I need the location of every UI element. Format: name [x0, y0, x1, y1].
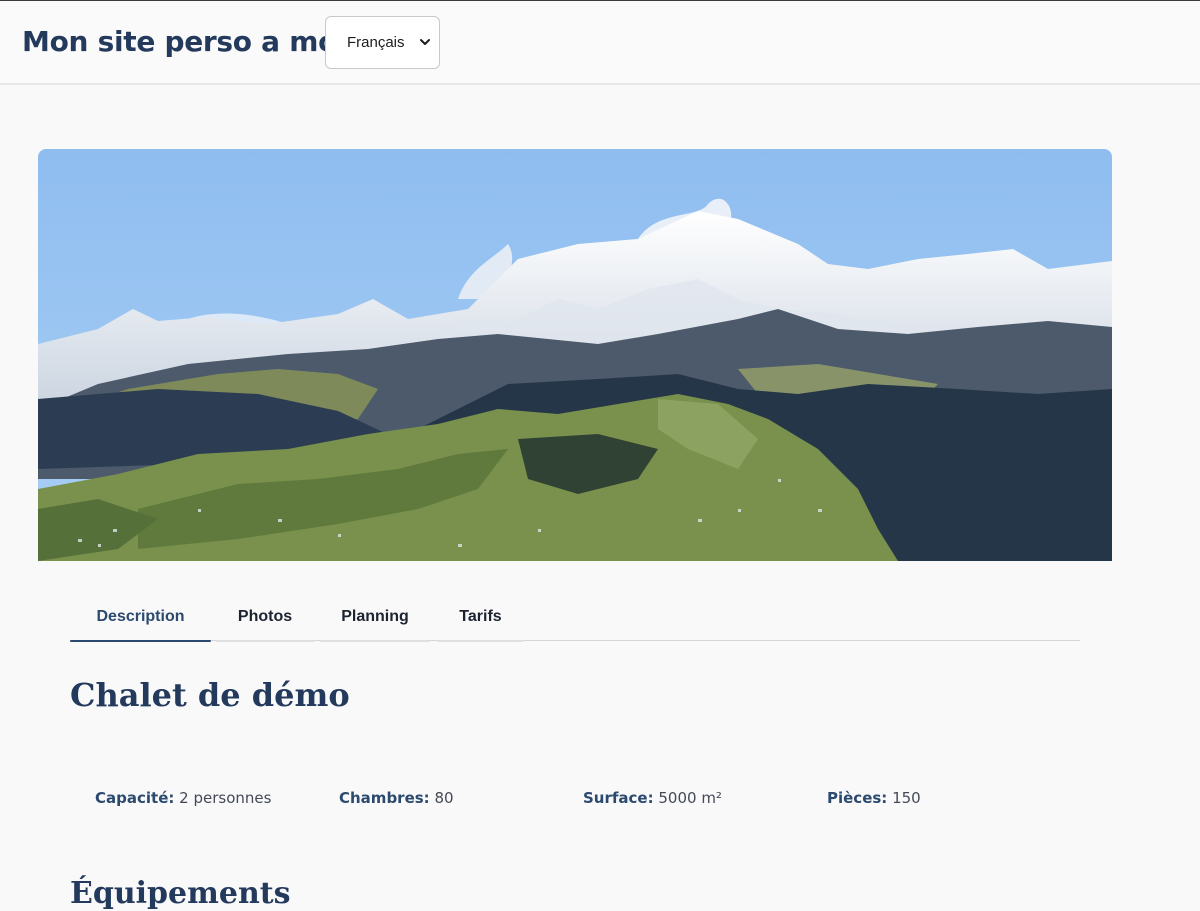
spec-capacity: Capacité: 2 personnes [95, 789, 271, 807]
tab-indicator [320, 640, 430, 642]
spec-label: Chambres: [339, 789, 430, 807]
spec-rooms: Pièces: 150 [827, 789, 921, 807]
tab-planning[interactable]: Planning [320, 592, 430, 642]
tab-label: Planning [341, 607, 409, 625]
tab-description[interactable]: Description [70, 592, 211, 642]
mountain-landscape-image [38, 149, 1112, 561]
spec-value: 2 personnes [179, 789, 272, 807]
tab-label: Photos [237, 607, 293, 625]
spec-value: 80 [434, 789, 454, 807]
spec-value: 5000 m² [658, 789, 722, 807]
tab-indicator [216, 640, 314, 642]
spec-label: Pièces: [827, 789, 888, 807]
site-header: Mon site perso a moi Français [0, 1, 1200, 85]
language-select[interactable]: Français [325, 16, 440, 69]
spec-label: Surface: [583, 789, 654, 807]
tab-bar: Description Photos Planning Tarifs [70, 592, 1080, 642]
spec-label: Capacité: [95, 789, 175, 807]
spec-bedrooms: Chambres: 80 [339, 789, 454, 807]
spec-value: 150 [892, 789, 921, 807]
chevron-down-icon [420, 39, 430, 45]
spec-surface: Surface: 5000 m² [583, 789, 722, 807]
tab-photos[interactable]: Photos [216, 592, 314, 642]
site-title[interactable]: Mon site perso a moi [22, 25, 347, 58]
property-specs: Capacité: 2 personnes Chambres: 80 Surfa… [95, 789, 1095, 811]
tab-indicator [438, 640, 523, 642]
hero-image [38, 149, 1112, 561]
tab-active-indicator [70, 640, 211, 642]
tab-tarifs[interactable]: Tarifs [438, 592, 523, 642]
section-title-equipment: Équipements [70, 876, 291, 911]
language-select-value: Français [347, 34, 405, 51]
tab-label: Tarifs [459, 607, 502, 625]
page-title: Chalet de démo [70, 676, 350, 714]
tab-label: Description [96, 607, 185, 625]
